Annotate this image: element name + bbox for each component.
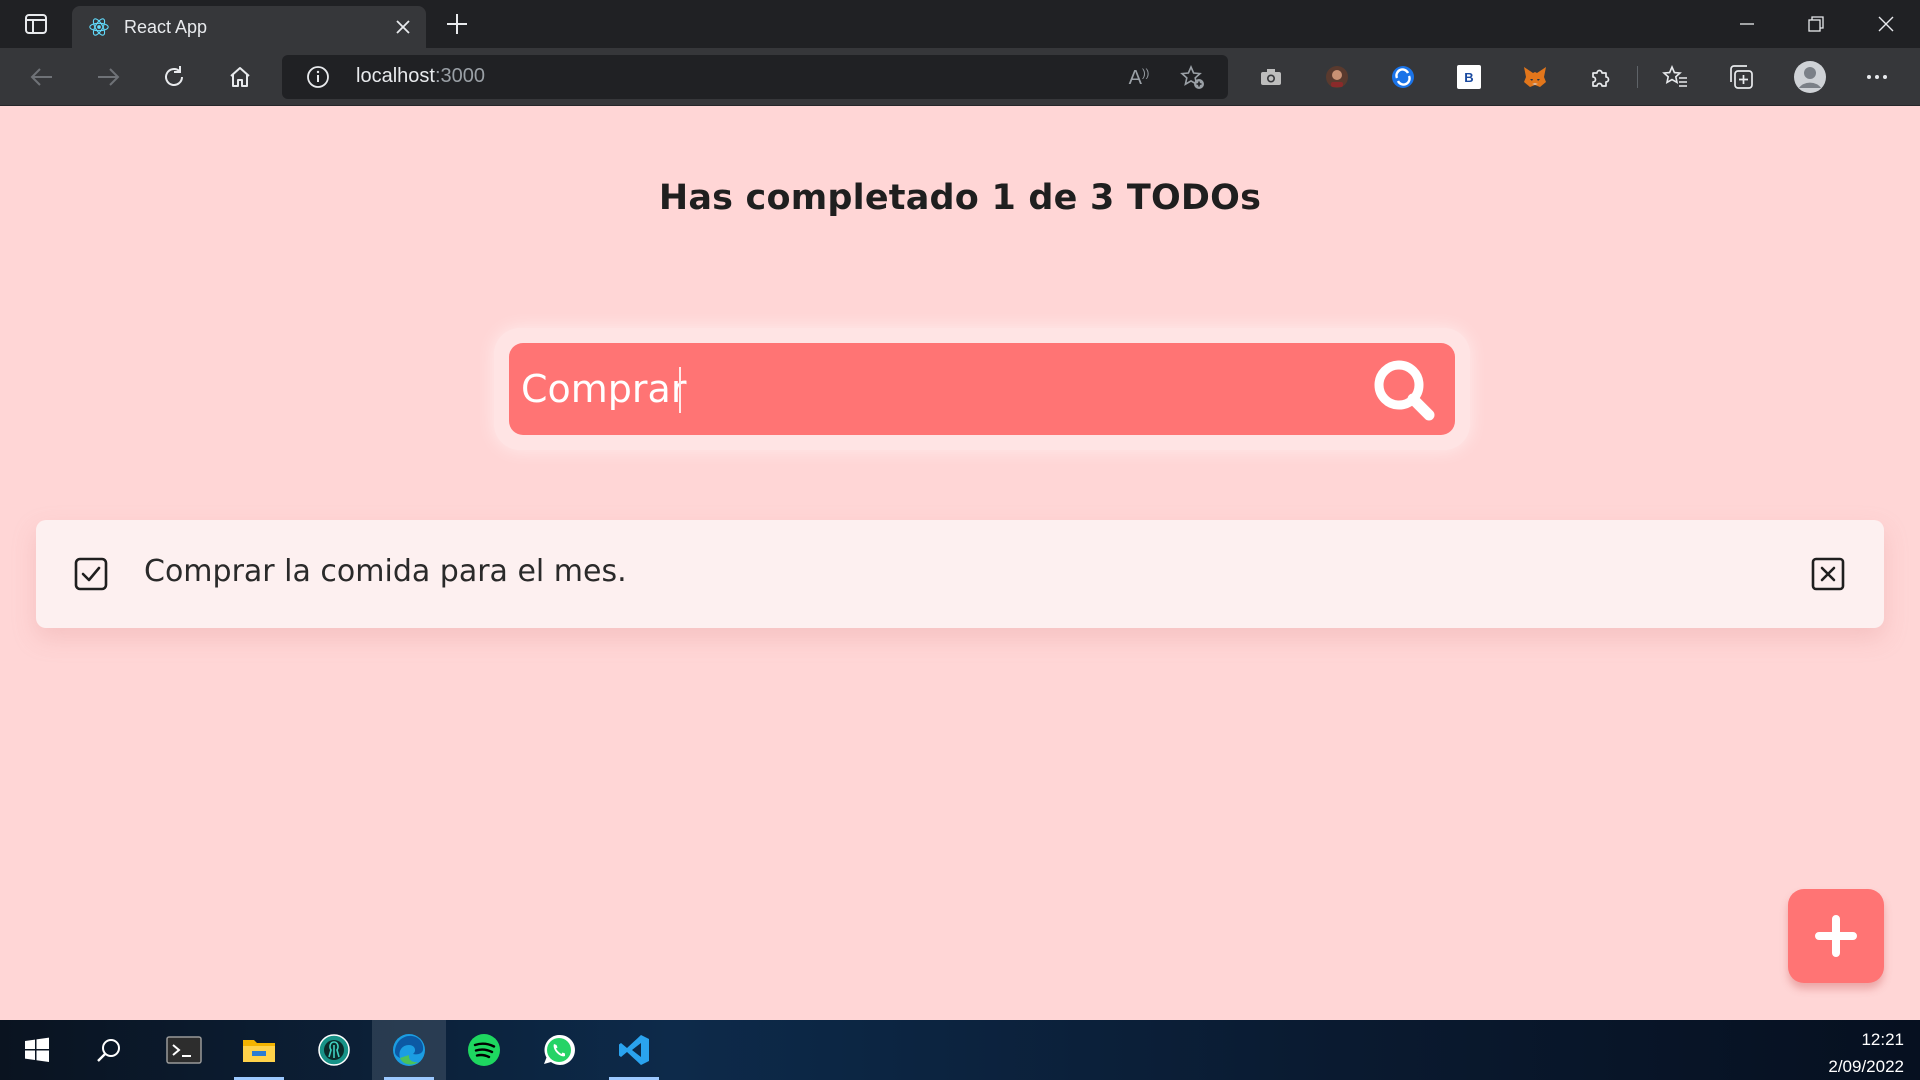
add-favorite-icon[interactable] [1180,65,1206,91]
vscode-icon[interactable] [597,1020,671,1080]
search-container [494,328,1470,450]
restore-icon[interactable] [1802,10,1830,38]
todo-item: Comprar la comida para el mes. [36,520,1884,628]
favorites-icon[interactable] [1660,62,1690,92]
refresh-icon[interactable] [158,61,190,93]
profile-avatar-icon[interactable] [1792,59,1828,95]
read-aloud-icon[interactable]: A)) [1126,65,1152,91]
home-icon[interactable] [224,61,256,93]
minimize-icon[interactable] [1733,10,1761,38]
windows-taskbar: 12:21 2/09/2022 [0,1020,1920,1080]
system-clock[interactable]: 12:21 2/09/2022 [1828,1026,1904,1080]
windows-start-icon[interactable] [0,1020,74,1080]
edge-browser-icon[interactable] [372,1020,446,1080]
search-box [509,343,1455,435]
whatsapp-icon[interactable] [522,1020,596,1080]
address-bar[interactable]: localhost:3000 A)) [282,55,1228,99]
browser-tab-bar: React App [0,0,1920,48]
search-icon[interactable] [1371,357,1437,423]
clock-time: 12:21 [1861,1030,1904,1049]
delete-todo-icon[interactable] [1811,557,1845,591]
camera-extension-icon[interactable] [1256,62,1286,92]
file-explorer-icon[interactable] [222,1020,296,1080]
terminal-icon[interactable] [147,1020,221,1080]
search-taskbar-icon[interactable] [72,1020,146,1080]
add-todo-button[interactable] [1788,889,1884,983]
browser-toolbar: localhost:3000 A)) B [0,48,1920,106]
tab-actions-icon[interactable] [20,12,52,36]
todo-list: Comprar la comida para el mes. [36,520,1884,628]
checkbox-checked-icon[interactable] [74,557,108,591]
todo-app-page: Has completado 1 de 3 TODOs Comprar la c… [0,106,1920,1020]
todo-text: Comprar la comida para el mes. [144,554,627,589]
avatar-extension-icon[interactable] [1322,62,1352,92]
plus-icon [1815,915,1857,957]
metamask-fox-icon[interactable] [1520,62,1550,92]
extensions-puzzle-icon[interactable] [1586,62,1616,92]
forward-icon[interactable] [92,61,124,93]
todo-counter-title: Has completado 1 de 3 TODOs [658,178,1262,218]
search-input[interactable] [509,343,1369,435]
b-extension-icon[interactable]: B [1454,62,1484,92]
react-icon [89,18,109,36]
close-tab-icon[interactable] [392,16,414,38]
tab-title: React App [124,16,208,37]
collections-icon[interactable] [1726,62,1756,92]
more-options-icon[interactable] [1862,62,1892,92]
new-tab-icon[interactable] [444,11,470,37]
text-caret [679,367,681,413]
spotify-icon[interactable] [447,1020,521,1080]
site-info-icon[interactable] [306,65,330,89]
back-icon[interactable] [26,61,58,93]
tab-react-app[interactable]: React App [72,6,426,48]
sync-extension-icon[interactable] [1388,62,1418,92]
clock-date: 2/09/2022 [1828,1057,1904,1076]
toolbar-separator [1637,66,1638,88]
gitkraken-icon[interactable] [297,1020,371,1080]
close-window-icon[interactable] [1872,10,1900,38]
url-text: localhost:3000 [356,65,485,87]
